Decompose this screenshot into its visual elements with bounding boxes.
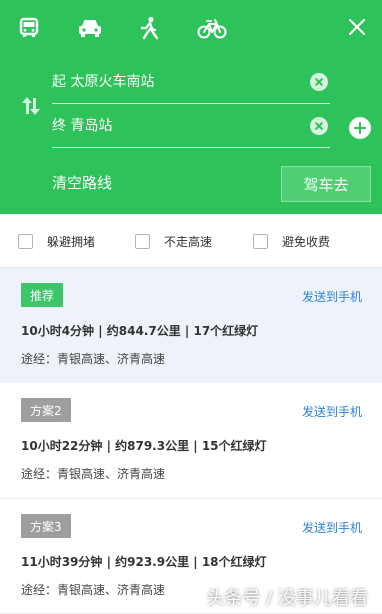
close-button[interactable]: [344, 14, 370, 40]
clear-end-icon[interactable]: [310, 117, 328, 135]
swap-icon: [22, 97, 40, 115]
bus-icon: [19, 17, 39, 37]
plan-summary: 10小时4分钟 | 约844.7公里 | 17个红绿灯: [21, 324, 259, 338]
plan-via: 途经：青银高速、济青高速: [21, 467, 166, 481]
walk-mode-tab[interactable]: [134, 14, 164, 42]
option-label: 不走高速: [164, 235, 213, 249]
plan-via: 途经：青银高速、济青高速: [21, 352, 166, 366]
end-field[interactable]: 终 青岛站: [52, 104, 330, 148]
drive-go-button[interactable]: 驾车去: [281, 166, 371, 202]
car-icon: [79, 20, 101, 37]
plan-tag: 推荐: [21, 283, 64, 307]
bus-mode-tab[interactable]: [14, 14, 44, 42]
option-label: 避免收费: [282, 235, 331, 249]
plan-tag: 方案2: [21, 398, 71, 422]
start-field-value: 起 太原火车南站: [52, 74, 155, 90]
route-header: 起 太原火车南站 终 青岛站 清空路线 驾车去: [0, 0, 382, 214]
clear-start-icon[interactable]: [310, 73, 328, 91]
option-avoid-congestion[interactable]: 躲避拥堵: [18, 233, 95, 250]
car-mode-tab[interactable]: [75, 14, 105, 42]
send-to-phone-link[interactable]: 发送到手机: [302, 288, 362, 305]
plan-summary: 11小时39分钟 | 约923.9公里 | 18个红绿灯: [21, 555, 267, 569]
option-label: 躲避拥堵: [47, 235, 96, 249]
walk-icon: [140, 16, 159, 40]
swap-endpoints-button[interactable]: [19, 94, 43, 118]
end-field-value: 终 青岛站: [52, 118, 113, 134]
option-no-highway[interactable]: 不走高速: [135, 233, 212, 250]
plan-via: 途经：青银高速、济青高速: [21, 583, 166, 597]
route-plan-2[interactable]: 方案2 发送到手机 10小时22分钟 | 约879.3公里 | 15个红绿灯 途…: [0, 383, 382, 499]
route-options: 躲避拥堵 不走高速 避免收费: [0, 214, 382, 268]
add-waypoint-icon[interactable]: [349, 117, 371, 139]
clear-route-link[interactable]: 清空路线: [52, 174, 112, 192]
plan-tag: 方案3: [21, 514, 71, 538]
close-icon: [349, 19, 365, 35]
start-field[interactable]: 起 太原火车南站: [52, 60, 330, 104]
send-to-phone-link[interactable]: 发送到手机: [302, 519, 362, 536]
bike-mode-tab[interactable]: [195, 14, 229, 42]
watermark: 头条号 / 没事儿看看: [206, 588, 368, 609]
checkbox-icon[interactable]: [135, 234, 150, 249]
checkbox-icon[interactable]: [18, 234, 33, 249]
transport-mode-bar: [0, 0, 382, 56]
route-plan-1[interactable]: 推荐 发送到手机 10小时4分钟 | 约844.7公里 | 17个红绿灯 途经：…: [0, 268, 382, 384]
option-avoid-tolls[interactable]: 避免收费: [253, 233, 330, 250]
send-to-phone-link[interactable]: 发送到手机: [302, 403, 362, 420]
bike-icon: [197, 19, 227, 39]
checkbox-icon[interactable]: [253, 234, 268, 249]
plan-summary: 10小时22分钟 | 约879.3公里 | 15个红绿灯: [21, 439, 267, 453]
